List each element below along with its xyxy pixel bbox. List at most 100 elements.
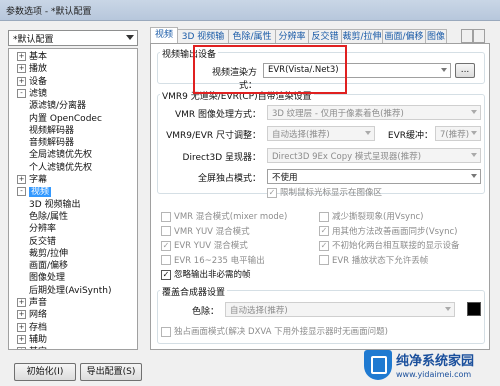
tab-resolution[interactable]: 分辨率 [275,29,309,44]
expand-icon[interactable]: + [17,347,26,349]
tab-offset[interactable]: 画面/偏移 [382,29,426,44]
option-label: EVR 16~235 电平输出 [174,255,265,266]
expand-icon[interactable]: + [17,52,26,61]
tab-deinterlace[interactable]: 反交错 [308,29,342,44]
size-adjust-select[interactable]: 自动选择(推荐) [267,126,375,141]
tree-item[interactable]: +其它 [17,346,47,349]
collapse-icon[interactable]: - [17,187,26,197]
option-label: EVR YUV 混合模式 [174,241,248,251]
tree-item[interactable]: + 播放 [17,63,47,75]
tree-item-label: 内置 OpenCodec [29,113,102,124]
tree-item-label: 全局滤镜优先权 [29,150,93,161]
tree-item[interactable]: 全局滤镜优先权 [29,149,92,161]
evr-buffer-select[interactable]: 7(推荐) [435,126,481,141]
collapse-icon[interactable]: - [17,88,26,98]
chevron-down-icon [126,35,134,40]
expand-icon[interactable]: + [17,298,26,307]
tree-item-label: 图像处理 [29,273,66,284]
checkbox-box [161,326,171,337]
size-adjust-label: VMR9/EVR 尺寸调整： [166,131,261,141]
tab-image[interactable]: 图像 [425,29,447,44]
tab-scroll-left-icon[interactable] [461,29,473,43]
tree-item[interactable]: 图像处理 [29,272,65,284]
profile-select-value: *默认配置 [13,35,54,45]
option-checkbox[interactable]: ✓ EVR YUV 混合模式 [161,239,248,251]
export-config-button[interactable]: 导出配置(S) [80,363,142,381]
tree-item-label: 视频 [29,187,52,198]
tab-scroll-right-icon[interactable] [473,29,485,43]
tree-item[interactable]: 画面/偏移 [29,260,68,272]
expand-icon[interactable]: + [17,64,26,74]
tree-item[interactable]: + 网络 [17,309,47,321]
tree-item[interactable]: + 声音 [17,297,47,309]
overlay-group-title: 覆盖合成器设置 [160,285,228,298]
tree-item[interactable]: + 设备 [17,76,47,88]
tree-item-label: 声音 [29,298,48,308]
option-checkbox[interactable]: ✓ 不初始化两台相互联接的显示设备 [319,239,460,251]
tab-crop[interactable]: 裁剪/拉伸 [341,29,383,44]
renderer-highlight-box [193,45,347,94]
option-label: 不初始化两台相互联接的显示设备 [332,241,460,251]
expand-icon[interactable]: + [17,322,26,332]
vmr-process-select[interactable]: 3D 纹理层 - 仅用于像素着色(推荐) [267,105,481,120]
independent-mode-label: 独占画面模式(解决 DXVA 下用外接显示器时无画面问题) [174,327,388,337]
fullscreen-exclusive-select[interactable]: 不使用 [267,169,481,184]
tree-item-label: 分辨率 [29,224,57,235]
chevron-down-icon [441,68,447,72]
option-label: VMR YUV 混合模式 [174,226,250,237]
tree-item[interactable]: 源滤镜/分离器 [29,100,86,112]
tree-item[interactable]: + 基本 [17,51,47,63]
size-adjust-value: 自动选择(推荐) [272,130,330,140]
renderer-more-button[interactable]: ... [455,63,475,78]
overlay-color-select[interactable]: 自动选择(推荐) [225,302,455,317]
overlay-color-swatch[interactable] [467,302,481,316]
tree-item[interactable]: + 辅助 [17,334,47,346]
tree-item[interactable]: 后期处理(AviSynth) [29,285,111,297]
tree-item[interactable]: 音频解码器 [29,137,74,149]
tree-item-label: 设备 [29,76,48,87]
independent-mode-checkbox[interactable]: 独占画面模式(解决 DXVA 下用外接显示器时无画面问题) [161,325,388,337]
profile-select[interactable]: *默认配置 [8,30,138,46]
tree-item[interactable]: - 滤镜 [17,88,47,100]
tree-item[interactable]: 个人滤镜优先权 [29,162,92,174]
watermark-url: www.yidaimei.com [396,370,472,379]
tree-item[interactable]: 视频解码器 [29,125,74,137]
title-bar[interactable]: 参数选项 - *默认配置 [0,0,500,21]
option-checkbox[interactable]: 减少撕裂现象(用Vsync) [319,210,423,222]
tab-strip: 视频 3D 视频输出 色除/属性 分辨率 反交错 裁剪/拉伸 画面/偏移 图像 [150,27,485,56]
tree-item[interactable]: 内置 OpenCodec [29,113,102,125]
option-checkbox[interactable]: EVR 16~235 电平输出 [161,254,265,266]
option-checkbox[interactable]: ✓ 用其他方法改善画面同步(Vsync) [319,225,457,237]
chevron-down-icon [471,174,477,178]
expand-icon[interactable]: + [17,175,26,184]
expand-icon[interactable]: + [17,310,26,320]
chevron-down-icon [471,153,477,157]
init-button[interactable]: 初始化(I) [14,363,76,381]
tree-item[interactable]: 色除/属性 [29,211,68,223]
expand-icon[interactable]: + [17,76,26,86]
tab-3d-output[interactable]: 3D 视频输出 [177,29,229,56]
evr-buffer-label: EVR缓冲： [387,131,433,141]
tree-item-label: 音频解码器 [29,138,75,149]
tree-item[interactable]: + 存档 [17,322,47,334]
option-checkbox[interactable]: EVR 播放状态下允许丢帧 [319,254,428,266]
option-checkbox[interactable]: VMR 混合模式(mixer mode) [161,210,287,222]
option-checkbox[interactable]: ✓ 忽略输出非必需的帧 [161,268,251,280]
option-label: 用其他方法改善画面同步(Vsync) [332,226,458,237]
d3d-renderer-select[interactable]: Direct3D 9Ex Copy 模式呈现器(推荐) [267,148,481,163]
tree-item[interactable]: - 视频 [17,186,52,198]
tab-color[interactable]: 色除/属性 [228,29,276,44]
tree-item[interactable]: 反交错 [29,236,56,248]
chevron-down-icon [471,131,477,135]
tab-video[interactable]: 视频 [150,27,178,44]
expand-icon[interactable]: + [17,334,26,344]
restrict-mouse-checkbox[interactable]: ✓ 限制鼠标光标显示在图像区 [267,186,382,198]
tree-item[interactable]: 裁剪/拉伸 [29,248,68,260]
tree-item[interactable]: + 字幕 [17,174,47,186]
tree-item[interactable]: 3D 视频输出 [29,199,81,211]
shield-logo-icon [364,350,392,380]
tree-item[interactable]: 分辨率 [29,223,56,235]
tree-item-label: 网络 [29,310,48,321]
option-checkbox[interactable]: VMR YUV 混合模式 [161,225,250,237]
tree-item-label: 存档 [29,322,48,333]
